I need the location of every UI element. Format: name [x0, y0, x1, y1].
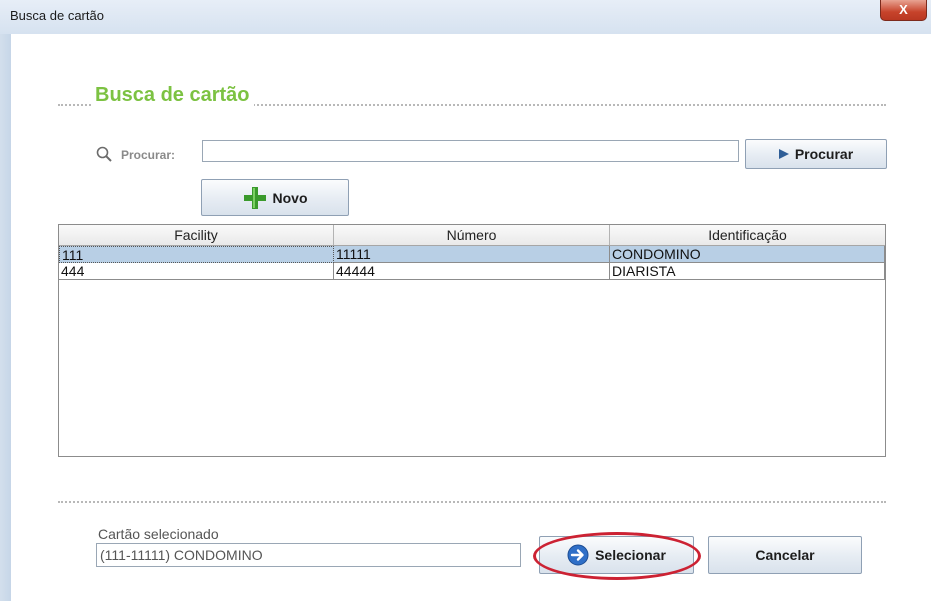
column-header-numero[interactable]: Número: [334, 225, 610, 245]
dialog-content: Busca de cartão Procurar: Procurar Novo: [11, 34, 931, 601]
new-button[interactable]: Novo: [201, 179, 349, 216]
window-left-border: [0, 34, 11, 601]
dialog-window: Busca de cartão X Busca de cartão Procur…: [0, 0, 931, 601]
search-label: Procurar:: [121, 148, 176, 162]
procurar-button[interactable]: Procurar: [745, 139, 887, 169]
column-header-identificacao[interactable]: Identificação: [610, 225, 885, 245]
footer-divider: [58, 501, 886, 503]
cancel-button-label: Cancelar: [755, 547, 815, 563]
table-cell: 444: [59, 263, 334, 280]
selected-card-label: Cartão selecionado: [98, 526, 219, 542]
search-input[interactable]: [202, 140, 739, 162]
table-cell: CONDOMINO: [610, 246, 885, 263]
table-row[interactable]: 111 11111 CONDOMINO: [59, 246, 885, 263]
close-icon: X: [899, 2, 908, 17]
selected-card-field: (111-11111) CONDOMINO: [96, 543, 521, 567]
close-button[interactable]: X: [880, 0, 927, 21]
cancel-button[interactable]: Cancelar: [708, 536, 862, 574]
play-arrow-icon: [778, 149, 789, 159]
table-header: Facility Número Identificação: [59, 225, 885, 246]
new-button-label: Novo: [272, 189, 308, 206]
search-icon: [96, 146, 112, 162]
procurar-button-label: Procurar: [794, 146, 854, 162]
table-cell: 111: [59, 246, 334, 263]
table-cell: 44444: [334, 263, 610, 280]
cards-table: Facility Número Identificação 111 11111 …: [58, 224, 886, 457]
table-cell: 11111: [334, 246, 610, 263]
section-title: Busca de cartão: [91, 84, 254, 107]
highlight-ellipse: [533, 532, 701, 580]
column-header-facility[interactable]: Facility: [59, 225, 334, 245]
window-title: Busca de cartão: [10, 8, 104, 23]
table-cell: DIARISTA: [610, 263, 885, 280]
table-row[interactable]: 444 44444 DIARISTA: [59, 263, 885, 280]
plus-icon: [243, 186, 266, 209]
title-bar: Busca de cartão: [0, 0, 931, 35]
